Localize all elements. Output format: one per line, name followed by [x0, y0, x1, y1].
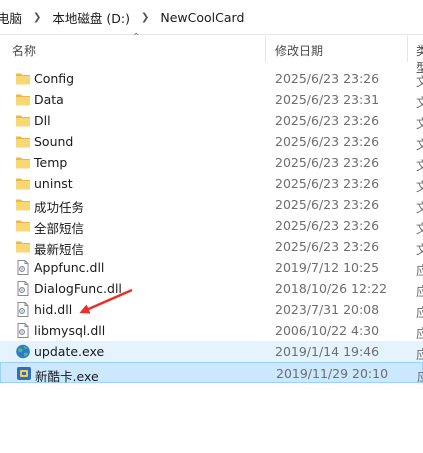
file-type: 应: [417, 366, 423, 385]
globe-exe-icon: [15, 344, 31, 359]
file-row[interactable]: hid.dll 2023/7/31 20:08 应: [0, 299, 423, 320]
file-row[interactable]: Dll 2025/6/23 23:26 文: [0, 110, 423, 131]
file-name: libmysql.dll: [34, 323, 106, 338]
file-date: 2025/6/23 23:26: [275, 239, 380, 254]
file-name: Dll: [34, 113, 51, 128]
dll-file-icon: [15, 281, 31, 296]
file-name: update.exe: [34, 344, 105, 359]
file-name: 新酷卡.exe: [35, 369, 99, 384]
file-row[interactable]: uninst 2025/6/23 23:26 文: [0, 173, 423, 194]
file-date: 2025/6/23 23:26: [275, 197, 380, 212]
file-name: Config: [34, 71, 75, 86]
file-row[interactable]: Config 2025/6/23 23:26 文: [0, 68, 423, 89]
file-type: 应: [416, 263, 423, 278]
breadcrumb-item-computer[interactable]: 电脑: [0, 8, 25, 27]
file-row[interactable]: 全部短信 2025/6/23 23:26 文: [0, 215, 423, 236]
file-row[interactable]: Data 2025/6/23 23:31 文: [0, 89, 423, 110]
file-date: 2018/10/26 12:22: [275, 281, 388, 296]
file-date: 2025/6/23 23:26: [275, 176, 380, 191]
file-name: 最新短信: [34, 242, 85, 257]
file-name: DialogFunc.dll: [34, 281, 122, 296]
file-date: 2025/6/23 23:26: [275, 155, 380, 170]
file-date: 2025/6/23 23:26: [275, 113, 380, 128]
app-exe-icon: [16, 366, 32, 381]
column-header: ⌃ 名称 修改日期 类型: [0, 32, 423, 75]
breadcrumb: 电脑 ❯ 本地磁盘 (D:) ❯ NewCoolCard: [0, 0, 423, 35]
file-date: 2025/6/23 23:31: [275, 92, 380, 107]
file-date: 2025/6/23 23:26: [275, 71, 380, 86]
file-type: 应: [416, 305, 423, 320]
folder-icon: [15, 92, 31, 107]
file-row[interactable]: 最新短信 2025/6/23 23:26 文: [0, 236, 423, 257]
breadcrumb-item-folder[interactable]: NewCoolCard: [157, 10, 247, 25]
column-divider[interactable]: [265, 36, 266, 62]
file-list: Config 2025/6/23 23:26 文 Data 2025/6/23 23:3…: [0, 68, 423, 385]
file-type: 应: [416, 326, 423, 341]
folder-icon: [15, 113, 31, 128]
column-divider[interactable]: [407, 36, 408, 62]
folder-icon: [15, 155, 31, 170]
file-date: 2019/1/14 19:46: [275, 344, 380, 359]
file-type: 应: [416, 284, 423, 299]
file-row[interactable]: libmysql.dll 2006/10/22 4:30 应: [0, 320, 423, 341]
file-type: 文: [416, 116, 423, 131]
file-row[interactable]: Appfunc.dll 2019/7/12 10:25 应: [0, 257, 423, 278]
sort-ascending-icon: ⌃: [132, 32, 141, 43]
file-row[interactable]: 新酷卡.exe 2019/11/29 20:10 应: [0, 362, 423, 385]
file-type: 文: [416, 179, 423, 194]
file-type: 文: [416, 95, 423, 110]
file-type: 文: [416, 242, 423, 257]
folder-icon: [15, 71, 31, 86]
column-header-name[interactable]: 名称: [12, 42, 36, 59]
file-row[interactable]: Sound 2025/6/23 23:26 文: [0, 131, 423, 152]
folder-icon: [15, 239, 31, 254]
file-name: hid.dll: [34, 302, 73, 317]
file-row[interactable]: Temp 2025/6/23 23:26 文: [0, 152, 423, 173]
file-type: 应: [416, 347, 423, 362]
folder-icon: [15, 218, 31, 233]
file-name: Appfunc.dll: [34, 260, 105, 275]
file-date: 2019/11/29 20:10: [276, 366, 389, 381]
breadcrumb-separator-icon[interactable]: ❯: [133, 12, 157, 23]
file-type: 文: [416, 158, 423, 173]
file-type: 文: [416, 74, 423, 89]
file-name: 全部短信: [34, 221, 85, 236]
file-row[interactable]: update.exe 2019/1/14 19:46 应: [0, 341, 423, 362]
file-date: 2025/6/23 23:26: [275, 134, 380, 149]
file-name: Temp: [34, 155, 68, 170]
file-name: 成功任务: [34, 200, 85, 215]
file-row[interactable]: DialogFunc.dll 2018/10/26 12:22 应: [0, 278, 423, 299]
dll-file-icon: [15, 302, 31, 317]
file-date: 2025/6/23 23:26: [275, 218, 380, 233]
file-name: Data: [34, 92, 64, 107]
file-row[interactable]: 成功任务 2025/6/23 23:26 文: [0, 194, 423, 215]
file-date: 2019/7/12 10:25: [275, 260, 380, 275]
folder-icon: [15, 197, 31, 212]
file-type: 文: [416, 137, 423, 152]
file-type: 文: [416, 200, 423, 215]
breadcrumb-item-drive[interactable]: 本地磁盘 (D:): [49, 8, 133, 27]
dll-file-icon: [15, 323, 31, 338]
file-date: 2006/10/22 4:30: [275, 323, 380, 338]
folder-icon: [15, 134, 31, 149]
file-type: 文: [416, 221, 423, 236]
file-date: 2023/7/31 20:08: [275, 302, 380, 317]
dll-file-icon: [15, 260, 31, 275]
file-name: uninst: [34, 176, 73, 191]
breadcrumb-separator-icon[interactable]: ❯: [25, 12, 49, 23]
column-header-date[interactable]: 修改日期: [275, 42, 323, 59]
folder-icon: [15, 176, 31, 191]
file-name: Sound: [34, 134, 74, 149]
